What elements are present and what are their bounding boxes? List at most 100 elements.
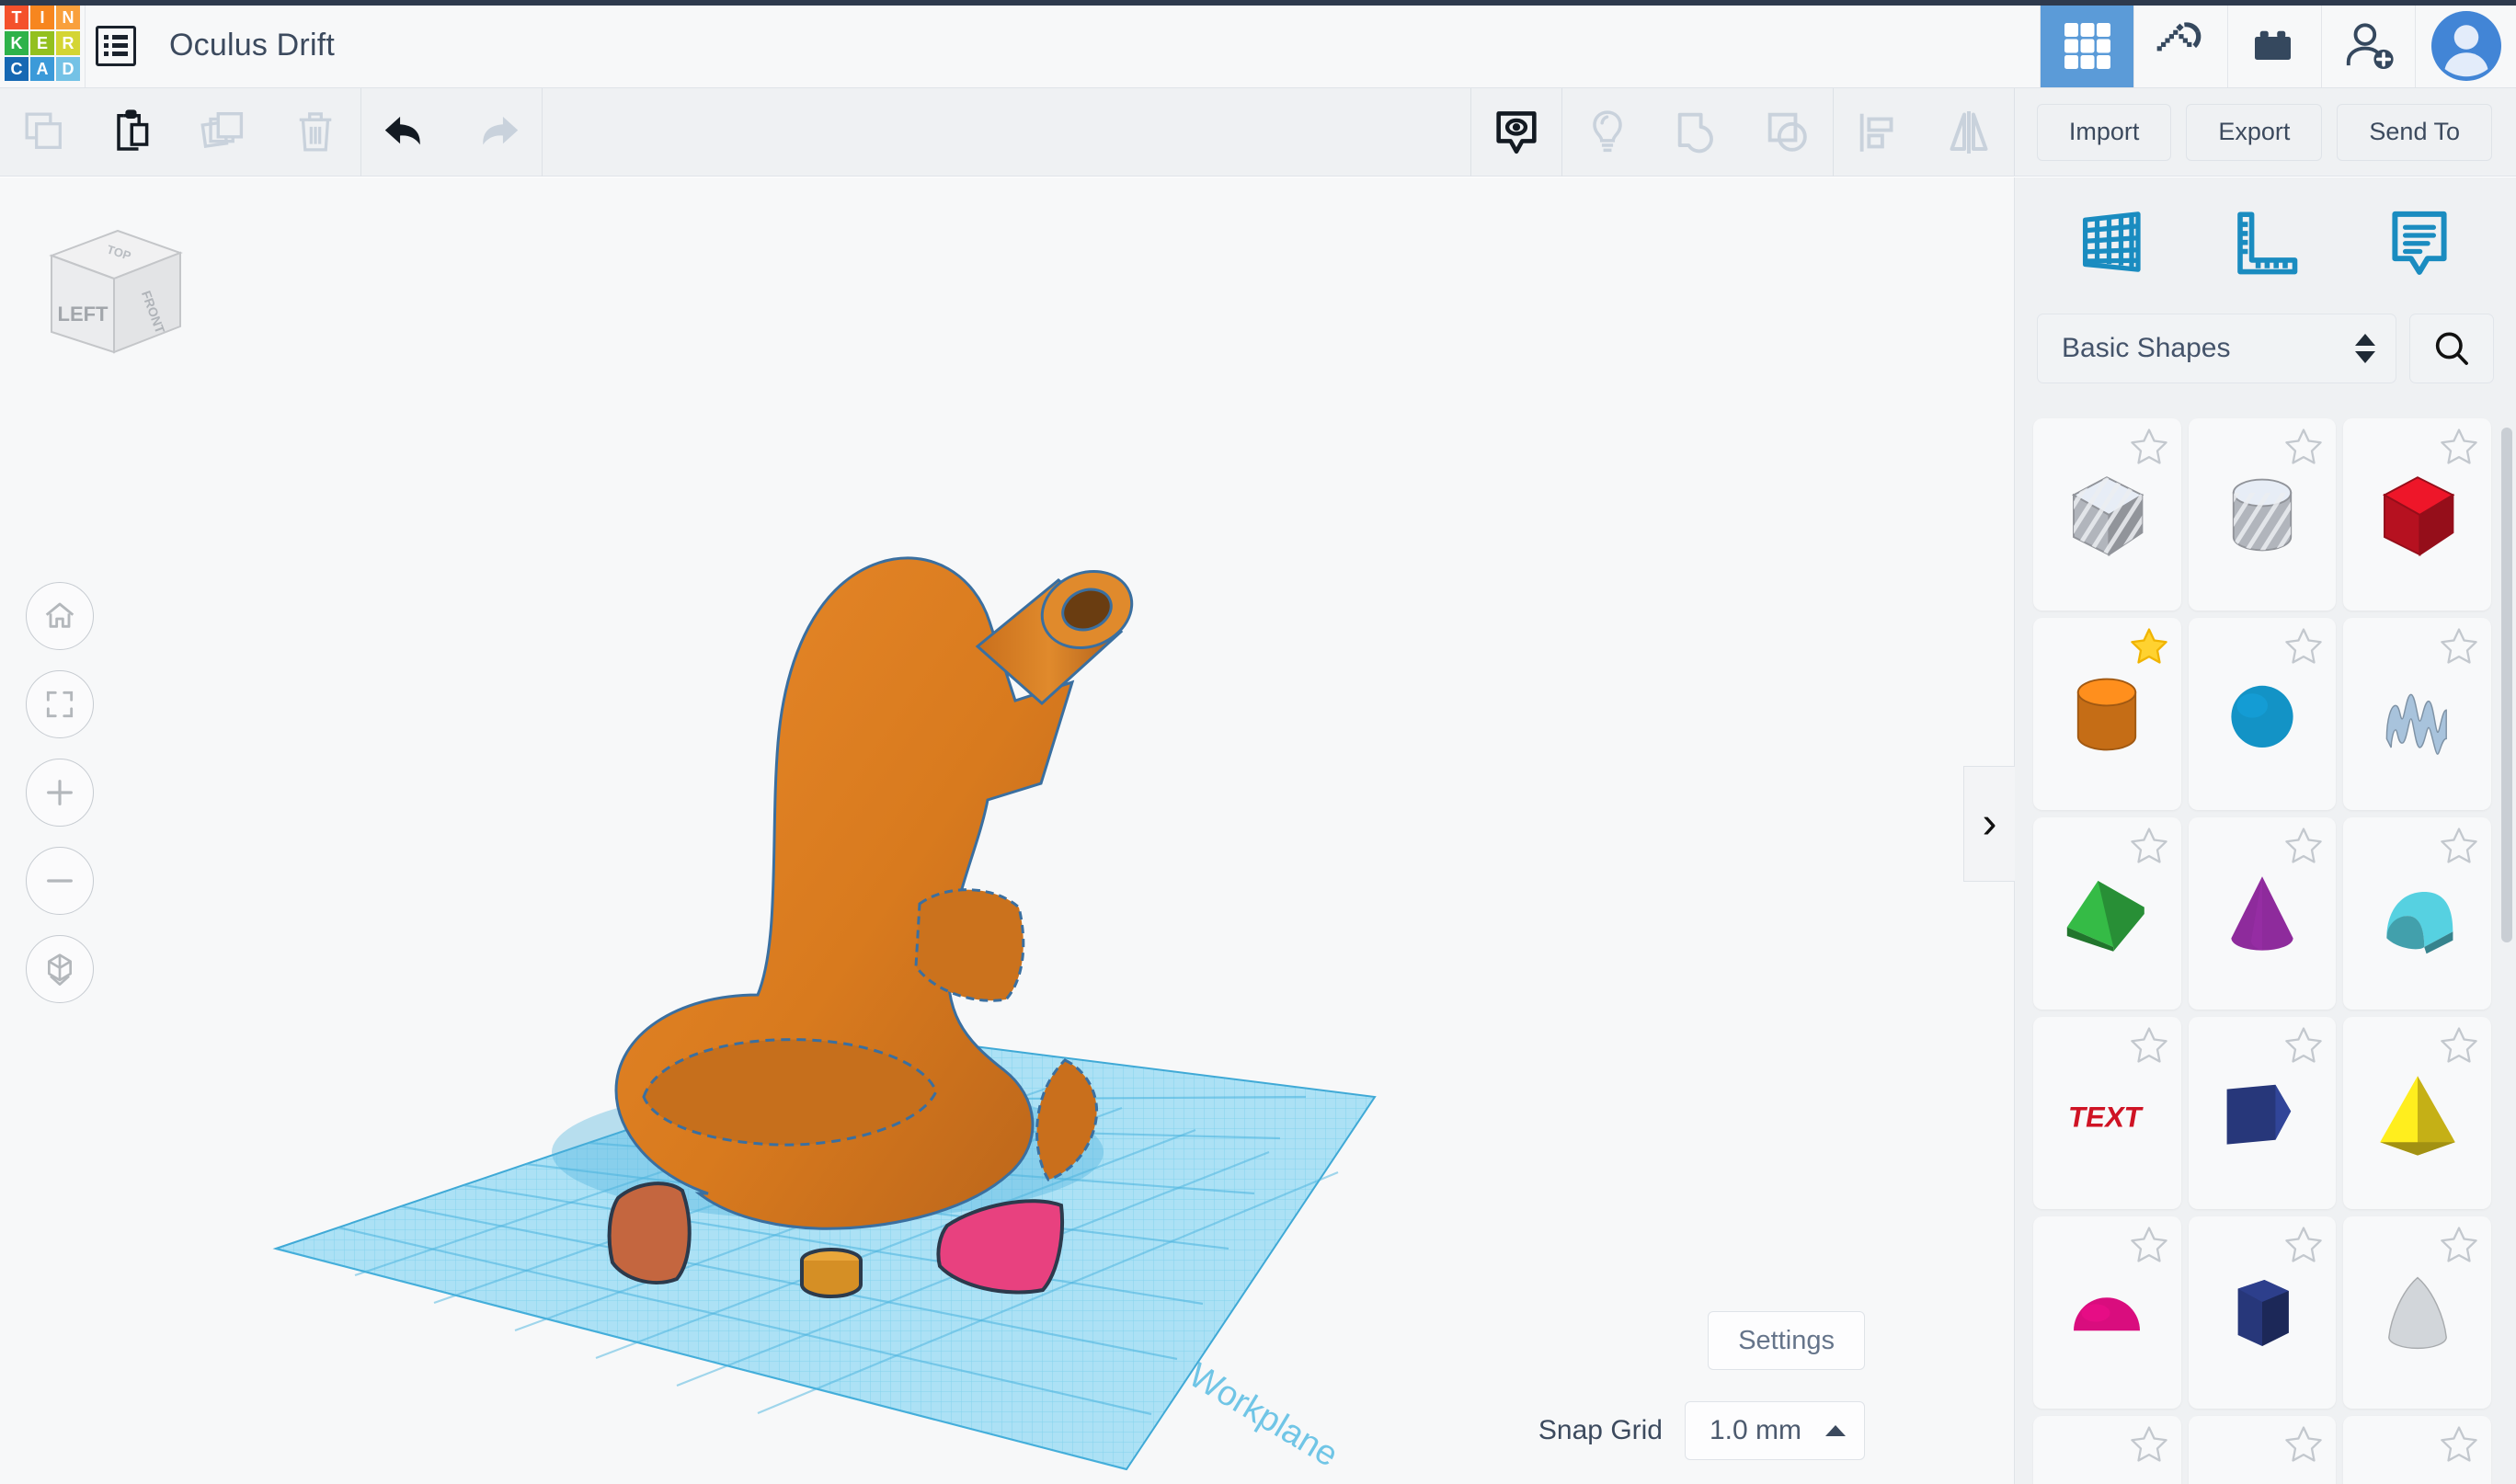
shape-card-cone[interactable]	[2189, 817, 2337, 1010]
paste-button[interactable]	[90, 88, 180, 177]
blocks-button[interactable]	[2227, 0, 2321, 87]
fit-to-view-button[interactable]	[26, 670, 94, 738]
export-button[interactable]: Export	[2186, 104, 2322, 161]
star-outline-icon[interactable]	[2282, 625, 2325, 668]
shape-card-round-roof[interactable]	[2343, 817, 2491, 1010]
project-title[interactable]: Oculus Drift	[145, 0, 335, 87]
star-outline-icon[interactable]	[2128, 825, 2170, 867]
tinkercad-logo[interactable]: TINKERCAD	[0, 0, 85, 83]
minecraft-button[interactable]	[2133, 0, 2227, 87]
box-thumb-icon	[2362, 460, 2473, 570]
shape-card-hexagonal-prism[interactable]	[2189, 1216, 2337, 1409]
note-bubble-icon	[2381, 203, 2458, 280]
zoom-out-button[interactable]	[26, 847, 94, 915]
star-outline-icon[interactable]	[2282, 1423, 2325, 1466]
star-outline-icon[interactable]	[2438, 625, 2480, 668]
shape-library-select[interactable]: Basic Shapes	[2037, 314, 2396, 383]
apps-grid-button[interactable]	[2040, 0, 2133, 87]
star-outline-icon[interactable]	[2282, 825, 2325, 867]
scene-canvas[interactable]: Workplane	[0, 177, 2014, 1484]
paraboloid-thumb-icon	[2362, 1258, 2473, 1368]
scribble-thumb-icon	[2362, 659, 2473, 770]
star-outline-icon[interactable]	[2282, 1224, 2325, 1266]
tab-ruler[interactable]	[2215, 191, 2316, 292]
star-outline-icon[interactable]	[2438, 825, 2480, 867]
duplicate-icon	[199, 106, 252, 159]
shape-card-cylinder-hole[interactable]	[2189, 418, 2337, 611]
clipboard-tool-group	[0, 88, 360, 177]
shape-card-sphere[interactable]	[2189, 618, 2337, 810]
star-outline-icon[interactable]	[2128, 1224, 2170, 1266]
tab-workplane[interactable]	[2062, 191, 2163, 292]
home-view-button[interactable]	[26, 582, 94, 650]
shape-card-tube[interactable]	[2189, 1416, 2337, 1484]
workplane-grid-icon	[2074, 203, 2151, 280]
3d-viewport[interactable]: Workplane	[0, 177, 2014, 1484]
star-outline-icon[interactable]	[2438, 1423, 2480, 1466]
shape-card-heart[interactable]	[2343, 1416, 2491, 1484]
invite-button[interactable]	[2321, 0, 2415, 87]
show-hide-button[interactable]	[1471, 88, 1561, 177]
shape-card-text[interactable]: TEXT	[2033, 1017, 2181, 1209]
lego-brick-icon	[2247, 18, 2303, 74]
panel-tabs	[2015, 177, 2516, 306]
star-outline-icon[interactable]	[2282, 426, 2325, 468]
shape-card-box[interactable]	[2343, 418, 2491, 611]
group-button[interactable]	[1653, 88, 1743, 177]
send-to-button[interactable]: Send To	[2337, 104, 2492, 161]
star-outline-icon[interactable]	[2128, 426, 2170, 468]
star-filled-icon[interactable]	[2128, 625, 2170, 668]
scene-object-small-orange-cylinder[interactable]	[802, 1250, 861, 1296]
shapes-panel: ›	[2014, 177, 2516, 1484]
hex-prism-thumb-icon	[2207, 1258, 2317, 1368]
scene-object-main-body[interactable]	[552, 558, 1143, 1228]
star-outline-icon[interactable]	[2128, 1423, 2170, 1466]
snap-grid-select[interactable]: 1.0 mm	[1685, 1401, 1865, 1460]
shape-card-box-hole[interactable]	[2033, 418, 2181, 611]
scrollbar-thumb[interactable]	[2501, 428, 2512, 942]
view-tool-group	[1471, 88, 2014, 177]
undo-button[interactable]	[361, 88, 452, 177]
shape-card-cylinder[interactable]	[2033, 618, 2181, 810]
scene-object-small-rust-shape[interactable]	[610, 1183, 690, 1283]
stepper-arrows-icon	[2355, 334, 2375, 363]
collapse-panel-button[interactable]: ›	[1963, 766, 2015, 882]
shape-card-pyramid[interactable]	[2343, 1017, 2491, 1209]
shape-library-grid[interactable]: TEXT	[2015, 409, 2516, 1484]
zoom-in-button[interactable]	[26, 759, 94, 827]
align-button[interactable]	[1834, 88, 1924, 177]
grid-icon	[2060, 18, 2115, 74]
view-cube[interactable]: LEFT FRONT TOP	[33, 214, 199, 366]
star-outline-icon[interactable]	[2438, 1024, 2480, 1067]
snap-grid-label: Snap Grid	[1538, 1415, 1663, 1446]
ortho-perspective-toggle-button[interactable]	[26, 935, 94, 1003]
duplicate-button[interactable]	[180, 88, 270, 177]
document-list-button[interactable]	[85, 0, 145, 87]
shape-card-torus[interactable]	[2033, 1416, 2181, 1484]
delete-button[interactable]	[270, 88, 360, 177]
star-outline-icon[interactable]	[2438, 1224, 2480, 1266]
pyramid-thumb-icon	[2362, 1058, 2473, 1169]
undo-arrow-icon	[377, 103, 436, 162]
star-outline-icon[interactable]	[2128, 1024, 2170, 1067]
shape-card-half-sphere[interactable]	[2033, 1216, 2181, 1409]
ungroup-button[interactable]	[1743, 88, 1833, 177]
copy-button[interactable]	[0, 88, 90, 177]
shape-card-polygon[interactable]	[2189, 1017, 2337, 1209]
shape-panel-scrollbar[interactable]	[2501, 418, 2512, 1476]
shape-search-button[interactable]	[2409, 314, 2494, 383]
user-avatar-button[interactable]	[2415, 0, 2516, 87]
mirror-button[interactable]	[1924, 88, 2014, 177]
shape-card-paraboloid[interactable]	[2343, 1216, 2491, 1409]
document-list-icon	[96, 26, 136, 66]
redo-button[interactable]	[452, 88, 542, 177]
star-outline-icon[interactable]	[2438, 426, 2480, 468]
highlight-button[interactable]	[1562, 88, 1653, 177]
tab-notes[interactable]	[2369, 191, 2470, 292]
shape-card-scribble[interactable]	[2343, 618, 2491, 810]
workplane-settings-button[interactable]: Settings	[1708, 1311, 1865, 1370]
star-outline-icon[interactable]	[2282, 1024, 2325, 1067]
home-icon	[41, 598, 78, 634]
import-button[interactable]: Import	[2037, 104, 2172, 161]
shape-card-roof[interactable]	[2033, 817, 2181, 1010]
